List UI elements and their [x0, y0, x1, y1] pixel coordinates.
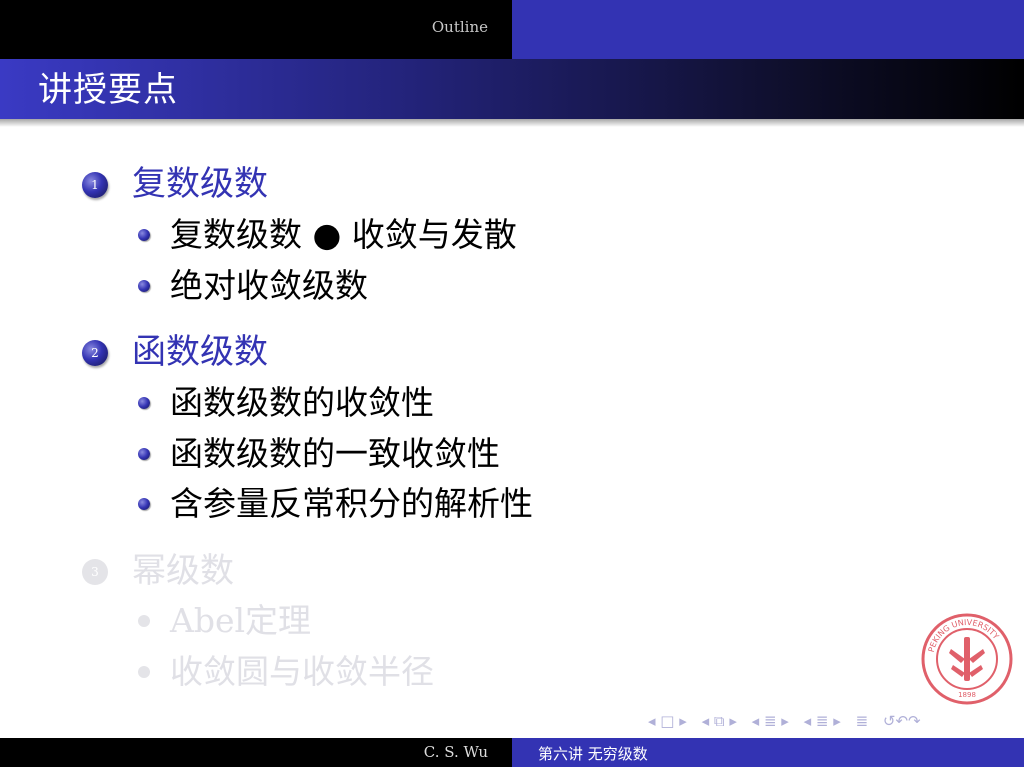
section-nav-button[interactable]: ◂ ≣ ▸	[752, 712, 789, 730]
subsection-title[interactable]: 收敛圆与收敛半径	[170, 652, 434, 692]
university-seal-logo: PEKING UNIVERSITY 1898	[921, 613, 1013, 705]
bullet-icon	[138, 280, 150, 292]
section-title[interactable]: 函数级数	[132, 332, 268, 372]
subsection-title[interactable]: Abel定理	[170, 601, 311, 641]
footer-bar: C. S. Wu 第六讲 无穷级数	[0, 738, 1024, 767]
frame-title-shadow	[0, 119, 1024, 127]
navigation-symbols: ◂ □ ▸ ◂ ⧉ ▸ ◂ ≣ ▸ ◂ ≣ ▸ ≣ ↺↶↷	[648, 712, 931, 738]
seal-emblem-icon	[949, 637, 985, 681]
bullet-icon	[138, 448, 150, 460]
frame-title: 讲授要点	[38, 70, 178, 110]
subsection-title[interactable]: 函数级数的收敛性	[170, 383, 434, 423]
svg-text:PEKING UNIVERSITY: PEKING UNIVERSITY	[927, 618, 1001, 653]
subsection-title[interactable]: 含参量反常积分的解析性	[170, 484, 533, 524]
svg-text:1898: 1898	[958, 691, 976, 699]
section-title[interactable]: 复数级数	[132, 164, 268, 204]
subsection-title[interactable]: 绝对收敛级数	[170, 266, 368, 306]
subsection-nav-button[interactable]: ◂ ⧉ ▸	[702, 712, 737, 730]
subsection-title[interactable]: 复数级数 ● 收敛与发散	[170, 215, 517, 255]
section-number-badge: 2	[82, 340, 108, 366]
section-number-badge: 3	[82, 559, 108, 585]
bullet-icon	[138, 498, 150, 510]
bullet-icon	[138, 397, 150, 409]
footer-author: C. S. Wu	[423, 743, 488, 761]
bullet-icon	[138, 615, 150, 627]
header-bar: Outline	[0, 0, 1024, 59]
search-back-icon[interactable]: ↺↶↷	[883, 712, 921, 730]
section-title[interactable]: 幂级数	[132, 551, 234, 591]
frame-nav-button[interactable]: ◂ □ ▸	[648, 712, 687, 730]
subsection-title[interactable]: 函数级数的一致收敛性	[170, 434, 500, 474]
bullet-icon	[138, 229, 150, 241]
outline-link[interactable]: Outline	[0, 18, 512, 36]
subsection-nav-button-2[interactable]: ◂ ≣ ▸	[804, 712, 841, 730]
header-right-panel	[512, 0, 1024, 59]
footer-lecture-title: 第六讲 无穷级数	[538, 745, 648, 763]
section-number-badge: 1	[82, 172, 108, 198]
align-icon[interactable]: ≣	[856, 712, 869, 730]
bullet-icon	[138, 666, 150, 678]
